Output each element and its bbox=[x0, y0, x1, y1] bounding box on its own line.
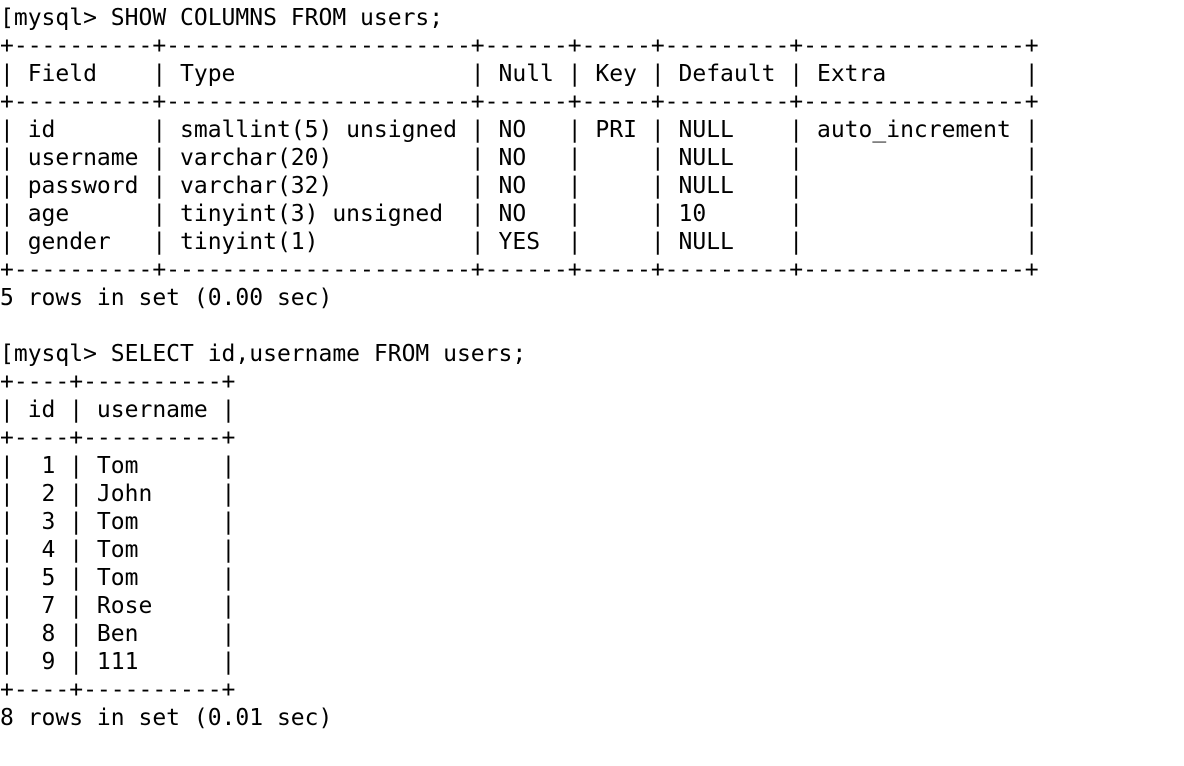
status-line-0: 5 rows in set (0.00 sec) bbox=[0, 285, 333, 311]
table-header-row-0: | Field | Type | Null | Key | Default | … bbox=[0, 61, 1039, 87]
prompt-line-0[interactable]: [mysql> SHOW COLUMNS FROM users; bbox=[0, 4, 1184, 32]
table-row: | gender | tinyint(1) | YES | | NULL | | bbox=[0, 229, 1039, 255]
table-border-bottom-0: +----------+----------------------+-----… bbox=[0, 257, 1039, 283]
table-border-top-0: +----------+----------------------+-----… bbox=[0, 33, 1039, 59]
table-row: | 1 | Tom | bbox=[0, 453, 236, 479]
table-row: | id | smallint(5) unsigned | NO | PRI |… bbox=[0, 117, 1039, 143]
status-line-1: 8 rows in set (0.01 sec) bbox=[0, 705, 333, 731]
table-row: | password | varchar(32) | NO | | NULL |… bbox=[0, 173, 1039, 199]
table-row: | 8 | Ben | bbox=[0, 621, 236, 647]
table-border-top-1: +----+----------+ bbox=[0, 369, 236, 395]
prompt-line-1[interactable]: [mysql> SELECT id,username FROM users; bbox=[0, 340, 1184, 368]
table-header-row-1: | id | username | bbox=[0, 397, 236, 423]
table-border-header-1: +----+----------+ bbox=[0, 425, 236, 451]
table-row: | 9 | 111 | bbox=[0, 649, 236, 675]
table-border-header-0: +----------+----------------------+-----… bbox=[0, 89, 1039, 115]
table-row: | age | tinyint(3) unsigned | NO | | 10 … bbox=[0, 201, 1039, 227]
table-row: | 2 | John | bbox=[0, 481, 236, 507]
table-row: | 3 | Tom | bbox=[0, 509, 236, 535]
table-row: | 4 | Tom | bbox=[0, 537, 236, 563]
table-row: | 7 | Rose | bbox=[0, 593, 236, 619]
table-border-bottom-1: +----+----------+ bbox=[0, 677, 236, 703]
table-row: | username | varchar(20) | NO | | NULL |… bbox=[0, 145, 1039, 171]
terminal-output[interactable]: [mysql> SHOW COLUMNS FROM users; +-------… bbox=[0, 4, 1184, 732]
table-row: | 5 | Tom | bbox=[0, 565, 236, 591]
